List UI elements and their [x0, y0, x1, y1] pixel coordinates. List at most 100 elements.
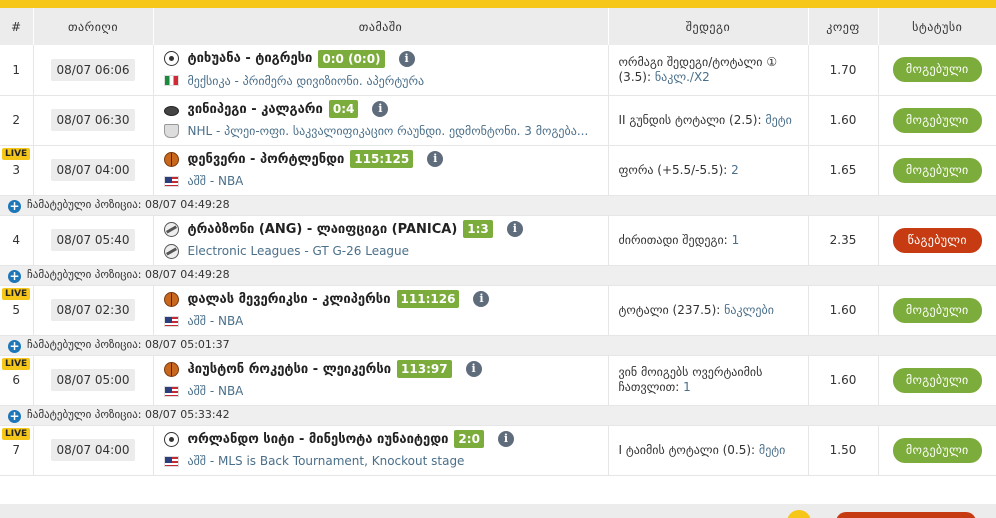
odds-cell: 1.60	[808, 285, 879, 336]
bet-pick: 1	[683, 380, 691, 394]
match-cell: დალას მევერიკსი - კლიპერსი 111:126 i აშშ - …	[153, 285, 609, 336]
bet-pick: მეტი	[758, 442, 786, 457]
page-indicator[interactable]	[787, 510, 811, 518]
league-name: აშშ - NBA	[187, 384, 244, 398]
match-teams[interactable]: დალას მევერიკსი - კლიპერსი	[188, 292, 391, 307]
plus-icon[interactable]: +	[8, 199, 21, 213]
added-position-row: + ჩამატებული პოზიცია: 08/07 05:01:37	[0, 335, 996, 356]
match-cell: დენვერი - პორტლენდი 115:125 i აშშ - NBA	[153, 145, 609, 196]
match-cell: ტრაბზონი (ANG) - ლაიფციგი (PANICA) 1:3 i El…	[153, 215, 609, 266]
result-cell: ორმაგი შედეგი/ტოტალი ① (3.5): ნაკლ./X2	[608, 45, 809, 96]
soccer-ball-icon	[163, 431, 179, 447]
odds-cell: 1.65	[808, 145, 879, 196]
status-badge[interactable]: მოგებული	[892, 437, 982, 463]
match-cell: ჰიუსტონ როკეტსი - ლეიკერსი 113:97 i აშშ - N…	[153, 355, 609, 406]
live-badge: LIVE	[2, 147, 31, 160]
bet-market: I ტაიმის ტოტალი (0.5):	[618, 442, 756, 457]
status-badge[interactable]: მოგებული	[892, 107, 982, 133]
added-position-cell: + ჩამატებული პოზიცია: 08/07 04:49:28	[0, 265, 996, 286]
match-teams[interactable]: ტრაბზონი (ANG) - ლაიფციგი (PANICA)	[188, 222, 458, 237]
row-number-cell: 1	[0, 45, 34, 96]
col-header-result[interactable]: შედეგი	[608, 8, 809, 45]
nhl-logo-icon	[163, 124, 179, 138]
basketball-icon	[163, 361, 179, 377]
match-score: 0:4	[328, 100, 359, 118]
plus-icon[interactable]: +	[8, 339, 21, 353]
info-icon[interactable]: i	[372, 101, 389, 117]
info-icon[interactable]: i	[506, 221, 523, 237]
usa-flag-icon	[163, 175, 179, 187]
basketball-icon	[163, 151, 179, 167]
date-cell: 08/07 02:30	[33, 285, 154, 336]
date-cell: 08/07 06:30	[33, 95, 154, 146]
info-icon[interactable]: i	[465, 361, 482, 377]
match-cell: ტიხუანა - ტიგრესი 0:0 (0:0) i მექსიკა - პრი…	[153, 45, 609, 96]
odds-cell: 2.35	[808, 215, 879, 266]
bet-pick: ნაკლ./X2	[654, 69, 710, 84]
match-teams[interactable]: ვინიპეგი - კალგარი	[188, 102, 323, 117]
date-chip: 08/07 04:00	[50, 159, 136, 181]
status-cell: წაგებული	[878, 215, 996, 266]
top-accent-bar	[0, 0, 996, 8]
date-cell: 08/07 06:06	[33, 45, 154, 96]
status-badge[interactable]: წაგებული	[892, 227, 982, 253]
date-cell: 08/07 04:00	[33, 425, 154, 476]
bet-row: LIVE 5 08/07 02:30 დალას მევერიკსი - კლიპერ…	[0, 285, 996, 336]
match-cell: ვინიპეგი - კალგარი 0:4 i NHL - პლეი-ოფი. სა…	[153, 95, 609, 146]
match-score: 115:125	[350, 150, 414, 168]
result-cell: ძირითადი შედეგი: 1	[608, 215, 809, 266]
mexico-flag-icon	[163, 75, 179, 87]
usa-flag-icon	[163, 455, 179, 467]
info-icon[interactable]: i	[473, 291, 490, 307]
bet-market: ტოტალი (237.5):	[618, 302, 721, 317]
action-button[interactable]	[836, 512, 976, 518]
info-icon[interactable]: i	[398, 50, 415, 67]
bet-market: ძირითადი შედეგი:	[618, 232, 728, 247]
bet-row: LIVE 3 08/07 04:00 დენვერი - პორტლენდი 115:1…	[0, 145, 996, 196]
row-number: 7	[12, 443, 21, 457]
bet-row: 4 08/07 05:40 ტრაბზონი (ANG) - ლაიფციგი (P…	[0, 215, 996, 266]
info-icon[interactable]: i	[427, 151, 444, 167]
added-position-cell: + ჩამატებული პოზიცია: 08/07 04:49:28	[0, 195, 996, 216]
status-badge[interactable]: მოგებული	[892, 57, 982, 83]
bet-market: II გუნდის ტოტალი (2.5):	[618, 112, 762, 127]
live-badge: LIVE	[2, 357, 31, 370]
status-badge[interactable]: მოგებული	[892, 297, 982, 323]
added-position-time: 08/07 05:01:37	[145, 337, 230, 351]
result-cell: ტოტალი (237.5): ნაკლები	[608, 285, 809, 336]
bet-pick: მეტი	[765, 112, 792, 127]
bet-row: LIVE 6 08/07 05:00 ჰიუსტონ როკეტსი - ლეიკერ…	[0, 355, 996, 406]
bet-market: ფორა (+5.5/-5.5):	[618, 162, 728, 177]
match-teams[interactable]: ორლანდო სიტი - მინესოტა იუნაიტედი	[188, 432, 449, 447]
match-teams[interactable]: დენვერი - პორტლენდი	[188, 152, 345, 167]
odds-cell: 1.60	[808, 95, 879, 146]
match-cell: ორლანდო სიტი - მინესოტა იუნაიტედი 2:0 i აშშ…	[153, 425, 609, 476]
col-header-match[interactable]: თამაში	[153, 8, 609, 45]
bet-pick: 1	[731, 232, 740, 247]
match-teams[interactable]: ჰიუსტონ როკეტსი - ლეიკერსი	[188, 362, 392, 377]
date-cell: 08/07 04:00	[33, 145, 154, 196]
match-teams[interactable]: ტიხუანა - ტიგრესი	[188, 51, 313, 66]
bet-pick: ნაკლები	[724, 302, 774, 317]
info-icon[interactable]: i	[497, 431, 514, 447]
status-badge[interactable]: მოგებული	[892, 157, 982, 183]
added-position-label: ჩამატებული პოზიცია:	[27, 267, 142, 281]
league-name: NHL - პლეი-ოფი. საკვალიფიკაციო რაუნდი. ე…	[187, 124, 589, 138]
odds-cell: 1.60	[808, 355, 879, 406]
row-number: 3	[12, 163, 21, 177]
added-position-label: ჩამატებული პოზიცია:	[27, 407, 142, 421]
match-score: 113:97	[397, 360, 452, 378]
bet-row: 2 08/07 06:30 ვინიპეგი - კალგარი 0:4 i NHL - …	[0, 95, 996, 146]
match-score: 1:3	[463, 220, 493, 238]
col-header-status[interactable]: სტატუსი	[878, 8, 996, 45]
plus-icon[interactable]: +	[8, 409, 21, 423]
col-header-odds[interactable]: კოეფ	[808, 8, 879, 45]
bets-history-table: # თარიღი თამაში შედეგი კოეფ სტატუსი 1 08/…	[0, 8, 996, 476]
plus-icon[interactable]: +	[8, 269, 21, 283]
row-number: 4	[12, 233, 21, 247]
status-cell: მოგებული	[878, 145, 996, 196]
col-header-date[interactable]: თარიღი	[33, 8, 154, 45]
live-badge: LIVE	[2, 287, 31, 300]
date-cell: 08/07 05:00	[33, 355, 154, 406]
status-badge[interactable]: მოგებული	[892, 367, 982, 393]
